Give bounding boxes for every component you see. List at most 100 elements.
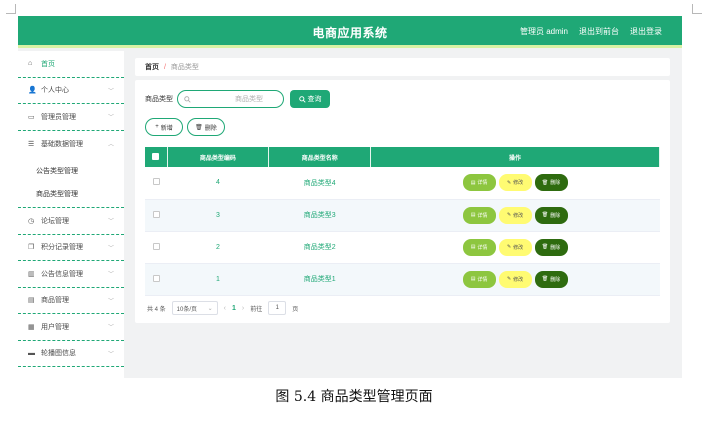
delete-label: 删除 (550, 276, 561, 283)
row-checkbox[interactable] (152, 242, 160, 250)
sidebar-item[interactable]: 👤 个人中心 ﹀ (18, 78, 124, 104)
detail-button[interactable]: ▤ 详情 (462, 270, 496, 288)
search-input[interactable]: 商品类型 (177, 90, 284, 108)
pencil-icon: ✎ (506, 244, 512, 250)
pencil-icon: ✎ (506, 212, 512, 218)
row-select-cell (145, 231, 167, 264)
home-icon: ⌂ (28, 60, 33, 68)
goto-page-input[interactable]: 1 (268, 301, 287, 315)
search-button-label: 查询 (307, 96, 322, 103)
next-page-icon[interactable]: › (242, 305, 244, 312)
prev-page-icon[interactable]: ‹ (224, 305, 226, 312)
clock-icon: ◷ (28, 217, 35, 225)
chevron-down-icon: ﹀ (107, 115, 114, 122)
sidebar-item-label: 个人中心 (41, 87, 69, 95)
search-label: 商品类型 (145, 96, 173, 103)
cell-name: 商品类型3 (268, 199, 371, 232)
row-checkbox[interactable] (152, 178, 160, 186)
sidebar-item[interactable]: ▦ 用户管理 ﹀ (18, 314, 124, 341)
box-icon: ▤ (28, 297, 35, 305)
back-to-front-link[interactable]: 退出到前台 (579, 26, 619, 37)
detail-button[interactable]: ▤ 详情 (462, 206, 496, 224)
chevron-up-icon: ︿ (107, 142, 114, 149)
row-actions: ▤ 详情 ✎ 修改 🗑 删除 (371, 238, 660, 256)
delete-button[interactable]: 🗑 删除 (534, 238, 568, 256)
sidebar-subitem[interactable]: 公告类型管理 (18, 159, 124, 182)
content-panel: 商品类型 商品类型 查询 + 新增 🗑 删除 商品类型编码 商品类型名称 操作 … (135, 80, 670, 323)
cell-ops: ▤ 详情 ✎ 修改 🗑 删除 (370, 199, 660, 232)
sidebar-item-label: 积分记录管理 (41, 244, 83, 252)
sidebar-item[interactable]: ◷ 论坛管理 ﹀ (18, 208, 124, 235)
trash-icon: 🗑 (541, 244, 549, 250)
cell-ops: ▤ 详情 ✎ 修改 🗑 删除 (370, 167, 660, 200)
cell-code: 2 (167, 231, 269, 264)
image-icon: ▬ (28, 349, 35, 357)
edit-button[interactable]: ✎ 修改 (498, 238, 532, 256)
page-size-select[interactable]: 10条/页 ⌄ (171, 301, 218, 315)
row-actions: ▤ 详情 ✎ 修改 🗑 删除 (371, 270, 660, 288)
delete-button[interactable]: 🗑 删除 (534, 174, 568, 192)
breadcrumb-current: 商品类型 (170, 64, 199, 71)
edit-button[interactable]: ✎ 修改 (498, 270, 532, 288)
breadcrumb-home[interactable]: 首页 (145, 64, 159, 71)
sidebar-item[interactable]: ▭ 管理员管理 ﹀ (18, 104, 124, 131)
calendar-icon: ▦ (28, 323, 35, 331)
table-row: 1 商品类型1 ▤ 详情 ✎ 修改 🗑 删除 (145, 263, 660, 296)
detail-button[interactable]: ▤ 详情 (462, 174, 496, 192)
sidebar-item[interactable]: ⌂ 首页 (18, 51, 124, 78)
sidebar: ⌂ 首页 👤 个人中心 ﹀ ▭ 管理员管理 ﹀ ☰ 基础数据管理 ︿ 公告类型管理 商品类型管理 ◷ 论坛管… (18, 51, 124, 378)
logout-link[interactable]: 退出登录 (630, 26, 662, 37)
row-checkbox[interactable] (152, 274, 160, 282)
edit-button[interactable]: ✎ 修改 (498, 174, 532, 192)
table-row: 2 商品类型2 ▤ 详情 ✎ 修改 🗑 删除 (145, 231, 660, 264)
select-all-cell (145, 147, 168, 167)
pencil-icon: ✎ (506, 276, 512, 282)
select-all-checkbox[interactable] (152, 152, 160, 160)
row-checkbox[interactable] (152, 210, 160, 218)
add-button-label: 新增 (160, 125, 173, 132)
sidebar-item-label: 商品管理 (41, 297, 69, 305)
app-screenshot: 电商应用系统 管理员 admin 退出到前台 退出登录 ⌂ 首页 👤 个人中心 ﹀ ▭ 管理… (18, 16, 682, 378)
sidebar-submenu: 公告类型管理 商品类型管理 (18, 157, 124, 208)
sidebar-item[interactable]: ❐ 积分记录管理 ﹀ (18, 235, 124, 261)
search-button[interactable]: 查询 (290, 90, 330, 108)
cell-code: 3 (167, 199, 269, 232)
sidebar-item[interactable]: ☰ 基础数据管理 ︿ (18, 131, 124, 158)
sidebar-item[interactable]: ▬ 轮播图信息 ﹀ (18, 341, 124, 367)
admin-user-label: 管理员 admin (519, 27, 568, 36)
detail-button[interactable]: ▤ 详情 (462, 238, 496, 256)
detail-label: 详情 (477, 180, 488, 187)
user-icon: 👤 (28, 87, 37, 95)
document-icon: ▤ (470, 276, 476, 282)
delete-label: 删除 (550, 180, 561, 187)
row-actions: ▤ 详情 ✎ 修改 🗑 删除 (371, 206, 660, 224)
sidebar-item-label: 论坛管理 (41, 217, 69, 225)
search-button-icon (298, 95, 306, 103)
sidebar-item[interactable]: ▤ 商品管理 ﹀ (18, 288, 124, 314)
batch-delete-button[interactable]: 🗑 删除 (187, 118, 225, 136)
document-icon: ▤ (470, 212, 476, 218)
delete-label: 删除 (550, 244, 561, 251)
chevron-down-icon: ﹀ (107, 351, 114, 358)
document-icon: ▤ (470, 244, 476, 250)
delete-button[interactable]: 🗑 删除 (534, 270, 568, 288)
sidebar-subitem[interactable]: 商品类型管理 (18, 182, 124, 205)
row-select-cell (145, 167, 167, 200)
add-button[interactable]: + 新增 (145, 118, 183, 136)
total-count: 共 4 条 (147, 306, 166, 313)
header-links: 管理员 admin 退出到前台 退出登录 (520, 26, 662, 37)
chart-icon: ▥ (28, 270, 35, 278)
pencil-icon: ✎ (506, 179, 512, 186)
breadcrumb: 首页 / 商品类型 (135, 58, 670, 76)
trash-icon: 🗑 (195, 124, 203, 131)
edit-button[interactable]: ✎ 修改 (498, 206, 532, 224)
row-select-cell (145, 199, 167, 232)
chevron-down-icon: ﹀ (107, 272, 114, 279)
batch-delete-label: 删除 (204, 125, 217, 132)
plus-icon: + (155, 124, 159, 130)
sidebar-item-label: 首页 (41, 60, 55, 68)
search-icon (184, 95, 191, 103)
sidebar-item[interactable]: ▥ 公告信息管理 ﹀ (18, 261, 124, 288)
current-page[interactable]: 1 (232, 305, 236, 312)
delete-button[interactable]: 🗑 删除 (534, 206, 568, 224)
